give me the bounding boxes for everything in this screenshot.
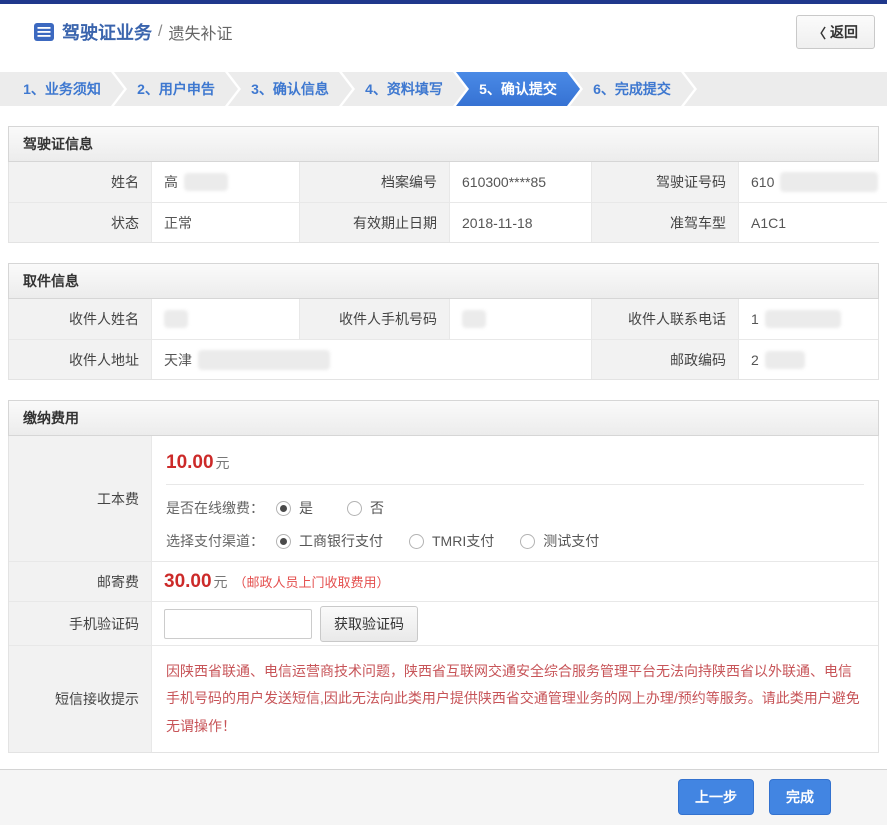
postage-cell: 30.00元 （邮政人员上门收取费用） [151, 561, 878, 601]
page-title: 驾驶证业务 [62, 19, 152, 45]
vehicle-class-label: 准驾车型 [591, 202, 738, 242]
recipient-phone-value: 1 [738, 299, 878, 339]
step-2-user-declaration[interactable]: 2、用户申告 [114, 72, 238, 106]
channel-option-icbc[interactable]: 工商银行支付 [276, 531, 383, 551]
online-payment-row: 是否在线缴费： 是 否 [166, 498, 864, 518]
license-section-title: 驾驶证信息 [8, 126, 879, 162]
step-5-confirm-submit[interactable]: 5、确认提交 [456, 72, 580, 106]
online-payment-option-no[interactable]: 否 [347, 498, 384, 518]
chevron-left-icon: 〈 [813, 23, 826, 42]
breadcrumb-separator: / [158, 23, 162, 41]
status-label: 状态 [9, 202, 151, 242]
page-header: 驾驶证业务 / 遗失补证 〈 返回 [0, 4, 887, 60]
online-payment-label: 是否在线缴费： [166, 498, 264, 518]
recipient-name-value [151, 299, 299, 339]
step-nav: 1、业务须知 2、用户申告 3、确认信息 4、资料填写 5、确认提交 6、完成提… [0, 72, 887, 106]
step-4-fill-data[interactable]: 4、资料填写 [342, 72, 466, 106]
step-3-confirm-info[interactable]: 3、确认信息 [228, 72, 352, 106]
main-content: 驾驶证信息 姓名 高 档案编号 610300****85 驾驶证号码 610 状… [0, 126, 887, 753]
recipient-address-value: 天津 [151, 339, 591, 379]
redaction-blur [780, 172, 878, 192]
radio-unchecked-icon[interactable] [347, 501, 362, 516]
redaction-blur [765, 351, 805, 369]
recipient-phone-label: 收件人联系电话 [591, 299, 738, 339]
radio-unchecked-icon[interactable] [409, 534, 424, 549]
redaction-blur [198, 350, 330, 370]
list-icon [34, 23, 54, 41]
pickup-info-table: 收件人姓名 收件人手机号码 收件人联系电话 1 收件人地址 天津 邮政编码 2 [8, 299, 879, 380]
footer-action-bar: 上一步 完成 [0, 769, 887, 825]
pickup-info-section: 取件信息 收件人姓名 收件人手机号码 收件人联系电话 1 收件人地址 天津 邮政… [8, 263, 879, 380]
file-no-label: 档案编号 [299, 162, 449, 202]
vehicle-class-value: A1C1 [738, 202, 887, 242]
production-fee-cell: 10.00元 是否在线缴费： 是 否 [151, 436, 878, 561]
redaction-blur [164, 310, 188, 328]
production-fee-unit: 元 [216, 455, 230, 471]
sms-code-input[interactable] [164, 609, 312, 639]
valid-until-value: 2018-11-18 [449, 202, 591, 242]
fees-table: 工本费 10.00元 是否在线缴费： 是 [8, 436, 879, 753]
recipient-address-label: 收件人地址 [9, 339, 151, 379]
breadcrumb: 驾驶证业务 / 遗失补证 [34, 19, 232, 45]
pickup-section-title: 取件信息 [8, 263, 879, 299]
postage-unit: 元 [214, 572, 228, 592]
breadcrumb-current: 遗失补证 [168, 20, 232, 44]
back-button[interactable]: 〈 返回 [796, 15, 875, 49]
channel-option-test[interactable]: 测试支付 [520, 531, 599, 551]
sms-code-label: 手机验证码 [9, 601, 151, 645]
valid-until-label: 有效期止日期 [299, 202, 449, 242]
file-no-value: 610300****85 [449, 162, 591, 202]
step-6-complete-submit[interactable]: 6、完成提交 [570, 72, 694, 106]
sms-notice-text: 因陕西省联通、电信运营商技术问题，陕西省互联网交通安全综合服务管理平台无法向持陕… [151, 645, 878, 752]
sms-notice-label: 短信接收提示 [9, 645, 151, 752]
payment-channel-row: 选择支付渠道： 工商银行支付 TMRI支付 [166, 531, 864, 551]
license-no-label: 驾驶证号码 [591, 162, 738, 202]
postal-code-label: 邮政编码 [591, 339, 738, 379]
postage-label: 邮寄费 [9, 561, 151, 601]
back-button-label: 返回 [830, 22, 858, 42]
name-label: 姓名 [9, 162, 151, 202]
radio-checked-icon[interactable] [276, 534, 291, 549]
license-info-table: 姓名 高 档案编号 610300****85 驾驶证号码 610 状态 正常 有… [8, 162, 879, 243]
sms-code-cell: 获取验证码 [151, 601, 878, 645]
recipient-mobile-value [449, 299, 591, 339]
redaction-blur [462, 310, 486, 328]
license-info-section: 驾驶证信息 姓名 高 档案编号 610300****85 驾驶证号码 610 状… [8, 126, 879, 243]
redaction-blur [184, 173, 228, 191]
postal-code-value: 2 [738, 339, 878, 379]
get-code-button[interactable]: 获取验证码 [320, 606, 418, 642]
license-no-value: 610 [738, 162, 887, 202]
fees-section-title: 缴纳费用 [8, 400, 879, 436]
prev-step-button[interactable]: 上一步 [678, 779, 754, 815]
status-value: 正常 [151, 202, 299, 242]
payment-channel-label: 选择支付渠道： [166, 531, 264, 551]
online-payment-option-yes[interactable]: 是 [276, 498, 313, 518]
step-nav-filler [684, 72, 887, 106]
postage-note: （邮政人员上门收取费用） [234, 572, 390, 591]
postage-amount: 30.00 [164, 571, 212, 593]
production-fee-amount-line: 10.00元 [166, 440, 864, 485]
radio-unchecked-icon[interactable] [520, 534, 535, 549]
recipient-name-label: 收件人姓名 [9, 299, 151, 339]
finish-button[interactable]: 完成 [769, 779, 831, 815]
channel-option-tmri[interactable]: TMRI支付 [409, 531, 494, 551]
radio-checked-icon[interactable] [276, 501, 291, 516]
recipient-mobile-label: 收件人手机号码 [299, 299, 449, 339]
name-value: 高 [151, 162, 299, 202]
step-1-business-notice[interactable]: 1、业务须知 [0, 72, 124, 106]
production-fee-amount: 10.00 [166, 452, 214, 473]
fees-section: 缴纳费用 工本费 10.00元 是否在线缴费： 是 [8, 400, 879, 753]
redaction-blur [765, 310, 841, 328]
production-fee-label: 工本费 [9, 436, 151, 561]
